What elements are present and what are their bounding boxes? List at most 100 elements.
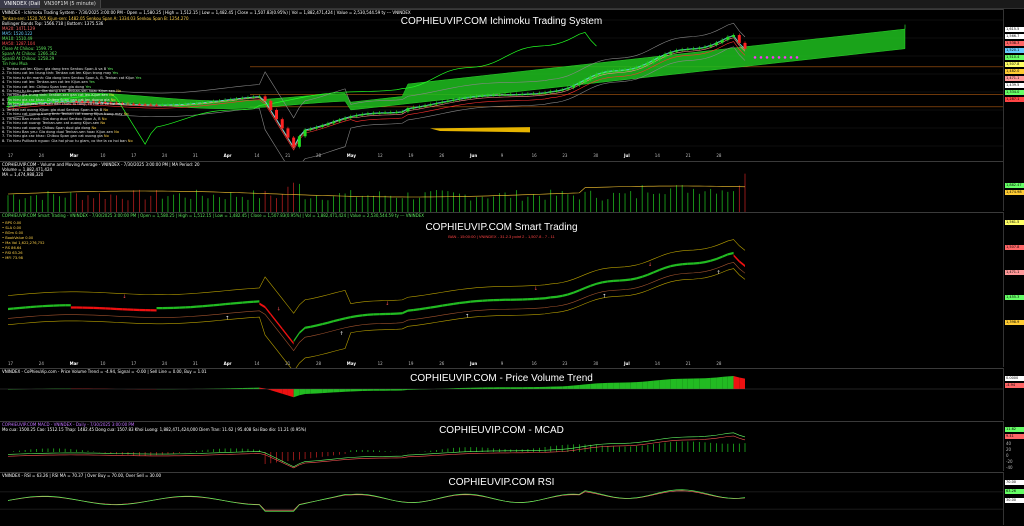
volume-pane[interactable]: COPHIEUVIP.COM - Volume and Moving Avera… [0, 161, 1003, 212]
smart-price-label: 1,561.5 [1005, 220, 1024, 225]
volume-ma: MA = 1,474,988,320 [2, 172, 43, 177]
trend-ribbon [265, 306, 271, 316]
candle-body [738, 35, 741, 43]
candle-body [704, 47, 707, 48]
date-tick: 31 [193, 153, 198, 158]
trend-ribbon [225, 303, 231, 306]
price-label: 1,538.3 [1005, 41, 1024, 46]
signal-arrow: ↓ [648, 262, 652, 268]
buy-signal-text: 6. Tin hieu tu tin yeu: Gia dong tren Te… [2, 89, 116, 93]
candle-body [378, 113, 381, 114]
trend-ribbon [391, 313, 397, 315]
smart-price-label: 1,507.8 [1005, 245, 1024, 250]
date-tick: 17 [131, 361, 136, 366]
trend-ribbon [37, 305, 43, 308]
buy-signal-item: 9. Tin hieu Pullback: Gia sau dao chieu … [2, 102, 131, 106]
pvt-area [282, 389, 288, 396]
trend-ribbon [534, 298, 540, 301]
smart-stat: • MFI 73.98 [2, 256, 23, 260]
date-tick: 12 [378, 361, 383, 366]
sell-signal-flag: No [91, 126, 96, 130]
signal-arrow: ↓ [122, 294, 126, 300]
candle-body [721, 40, 724, 43]
trend-ribbon [539, 297, 545, 300]
trend-ribbon [636, 276, 642, 280]
trend-ribbon [654, 269, 660, 274]
candle-body [458, 98, 461, 99]
candle-body [544, 92, 547, 93]
trend-ribbon [585, 285, 591, 290]
buy-signal-flag: Yes [126, 102, 132, 106]
candle-body [155, 105, 158, 106]
candle-body [149, 105, 152, 106]
trend-ribbon [631, 277, 637, 280]
trend-ribbon [591, 283, 597, 287]
candle-body [566, 88, 569, 90]
trend-ribbon [528, 298, 534, 300]
date-tick: May [347, 153, 356, 158]
trend-ribbon [214, 304, 220, 307]
date-tick: 19 [408, 361, 413, 366]
trend-ribbon [357, 314, 363, 317]
trend-ribbon [77, 306, 83, 308]
trend-ribbon [117, 308, 123, 311]
candle-body [526, 94, 529, 95]
macd-pane[interactable]: COPHIEUVIP.COM MACD - VNINDEX - Daily - … [0, 421, 1003, 472]
date-tick: 10 [100, 153, 105, 158]
candle-body [161, 105, 164, 106]
projection-dot [790, 56, 793, 59]
candle-body [366, 113, 369, 114]
date-tick: 10 [100, 361, 105, 366]
ichimoku-price-axis[interactable]: 1,615.51,566.71,538.31,520.11,510.41,507… [1003, 9, 1024, 161]
trend-ribbon [351, 315, 357, 318]
macd-axis[interactable]: 11.629.4140200-20-40 [1003, 421, 1024, 471]
pvt-area [591, 383, 597, 389]
rsi-axis[interactable]: 70.0063.2630.00 [1003, 472, 1024, 525]
smart-stat: • BOm 0.00 [2, 231, 23, 235]
trend-ribbon [191, 306, 197, 309]
candle-body [435, 103, 438, 104]
tab-vn30f1m-5min[interactable]: VN30F1M (5 minute) [40, 0, 101, 8]
trend-ribbon [168, 307, 174, 309]
trend-ribbon [545, 296, 551, 299]
date-tick: 14 [655, 361, 660, 366]
pvt-axis[interactable]: 0.0000-4.94 [1003, 368, 1024, 420]
pvt-area [362, 389, 368, 391]
candle-body [469, 97, 472, 98]
trend-ribbon [562, 293, 568, 297]
candle-body [361, 114, 364, 115]
macd-line [8, 433, 745, 467]
trend-ribbon [8, 307, 14, 310]
date-tick: 30 [593, 153, 598, 158]
candle-body [235, 99, 238, 100]
candle-body [589, 77, 592, 80]
buy-signal-text: 8. Tin hieu gia cac khac: Chikou Span ga… [2, 98, 111, 102]
buy-signal-flag: Yes [89, 80, 95, 84]
trend-ribbon [339, 317, 345, 321]
ichimoku-pane[interactable]: COPHIEUVIP.COM Ichimoku Trading System V… [0, 9, 1003, 162]
trend-ribbon [368, 313, 374, 316]
smart-trading-pane[interactable]: ↓↑↓↑↓↑↓↑↓↑ COPHIEUVIP.COM Smart Trading … [0, 212, 1003, 368]
projection-dot [772, 56, 775, 59]
buy-signal-text: 3. Tin hieu tu tin manh: Gia dong tren S… [2, 76, 136, 80]
candle-body [658, 57, 661, 60]
indicator-readout: Tin hieu Mua [2, 61, 28, 66]
pvt-title: COPHIEUVIP.COM - Price Volume Trend [0, 373, 1003, 384]
macd-label: 11.62 [1005, 427, 1024, 432]
volume-axis[interactable]: 1,882.471,474.98 [1003, 161, 1024, 211]
pvt-pane[interactable]: VNINDEX - CoPhieuVip.com - Price Volume … [0, 368, 1003, 421]
sell-signal-flag: No [128, 139, 133, 143]
smart-price-axis[interactable]: 1,561.51,507.81,471.11,455.31,398.9 [1003, 212, 1024, 367]
candle-body [195, 103, 198, 104]
candle-body [332, 121, 335, 123]
pvt-area [551, 387, 557, 389]
rsi-pane[interactable]: VNINDEX - RSI = 63.26 | RSI MA = 70.37 |… [0, 472, 1003, 526]
trend-ribbon [705, 260, 711, 264]
candle-body [309, 128, 312, 129]
signal-arrow: ↑ [716, 270, 720, 276]
trend-line [8, 262, 745, 350]
trend-ribbon [556, 295, 562, 298]
candle-body [412, 107, 415, 108]
pvt-area [328, 389, 334, 393]
trend-ribbon [551, 296, 557, 299]
